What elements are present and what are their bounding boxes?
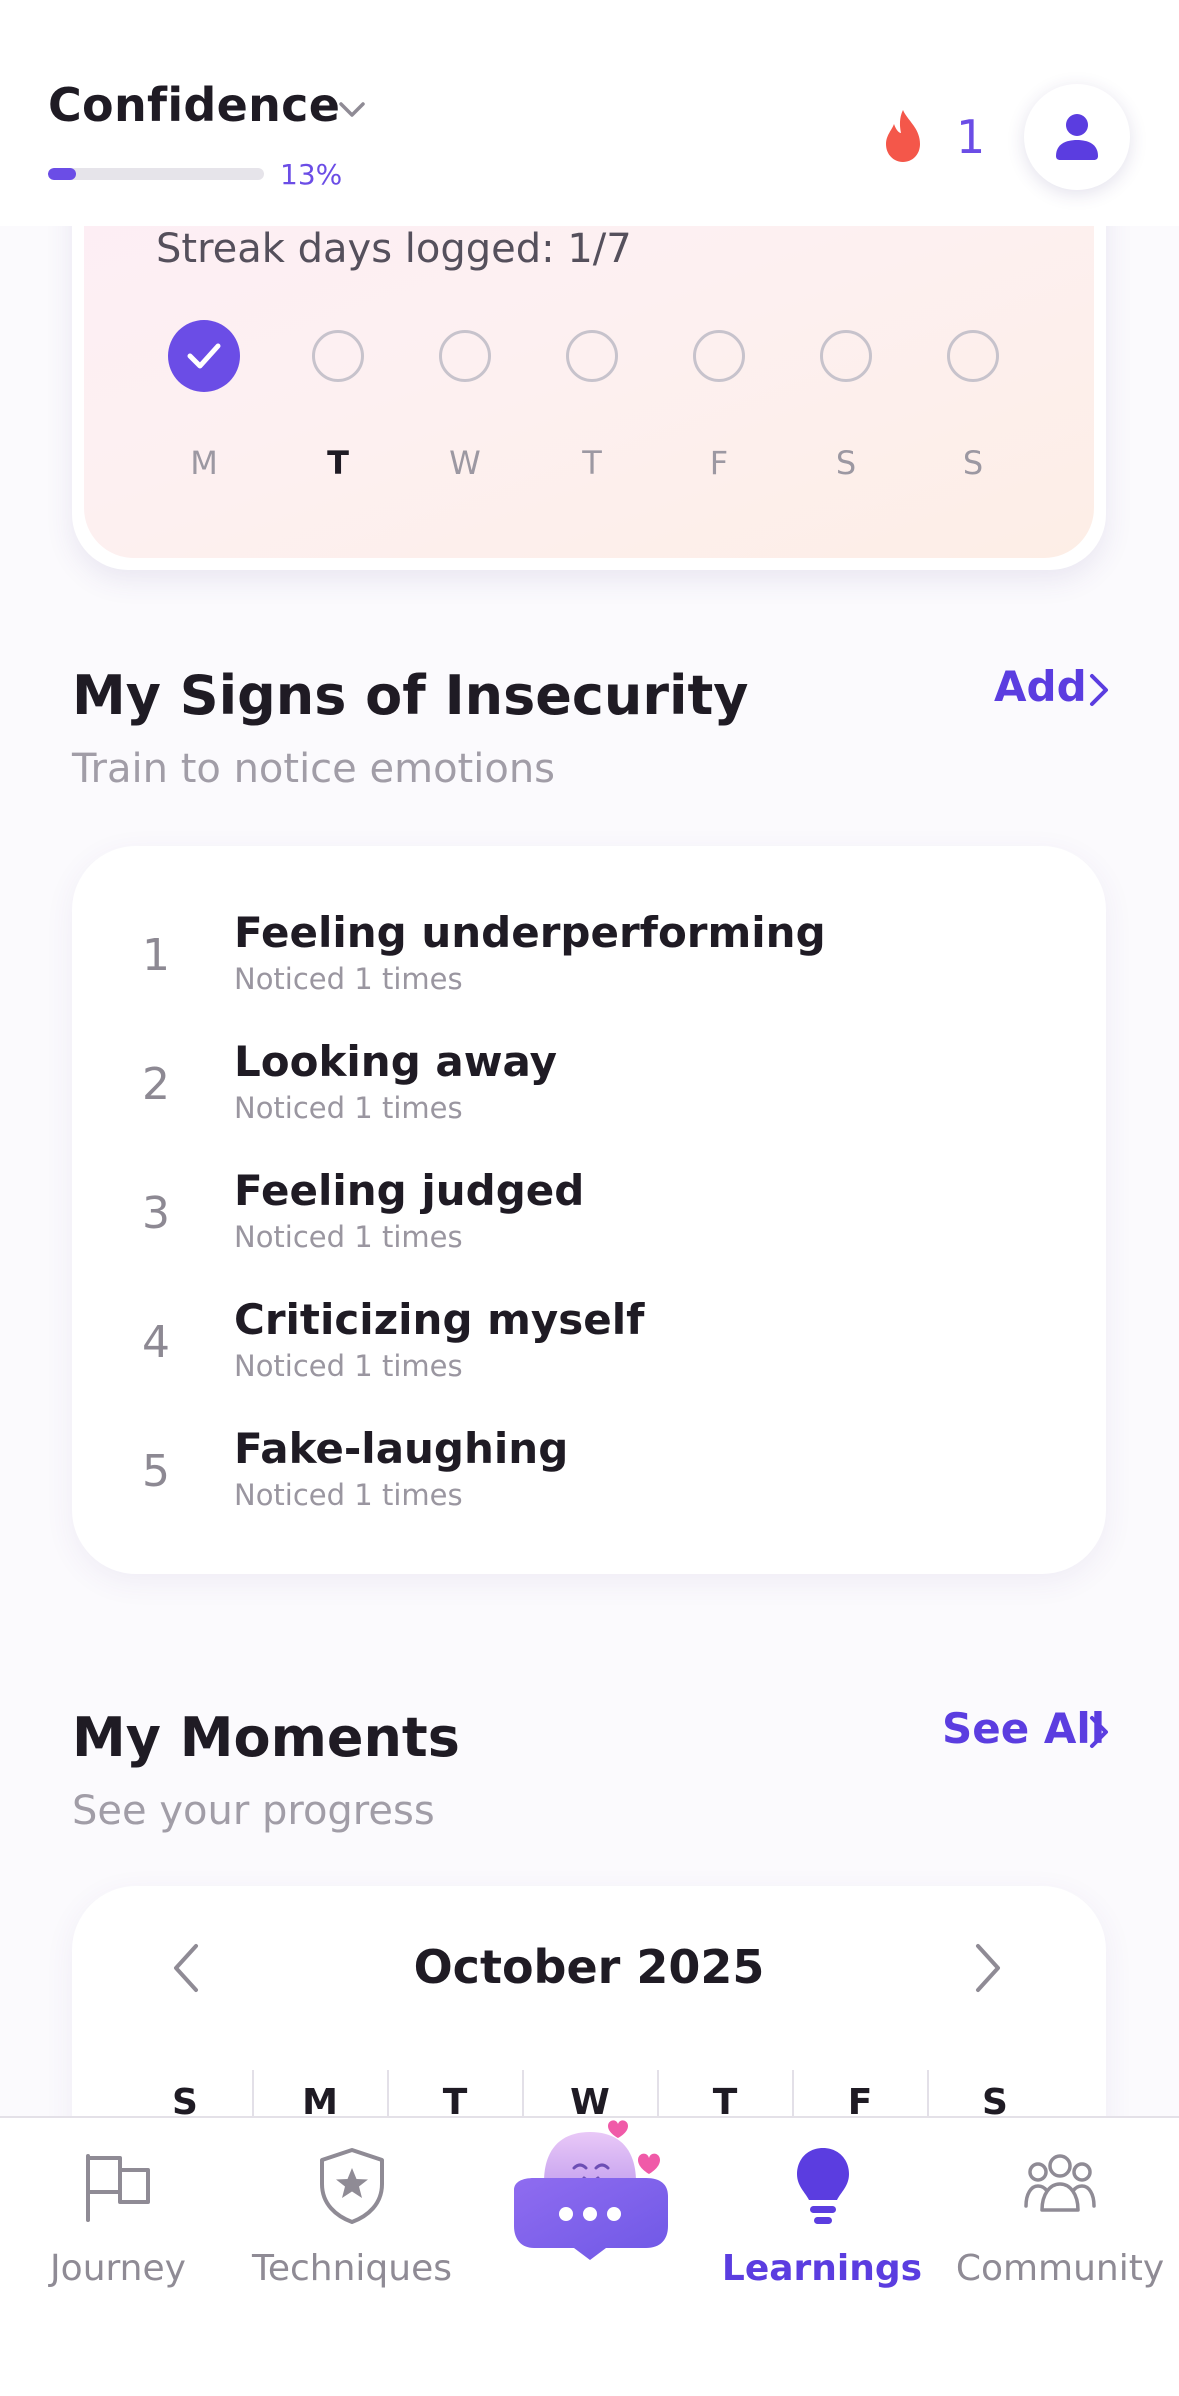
goal-progress-label: 13% xyxy=(280,158,343,191)
day-circle-thursday[interactable] xyxy=(566,330,618,382)
day-letter: M xyxy=(190,444,218,482)
next-month-icon[interactable] xyxy=(972,1942,1004,1994)
day-letter-today: T xyxy=(327,444,349,482)
signs-subtitle: Train to notice emotions xyxy=(72,746,556,792)
sign-name: Criticizing myself xyxy=(234,1295,645,1344)
sign-name: Feeling underperforming xyxy=(234,908,826,957)
day-letter: T xyxy=(582,444,602,482)
day-circle-sunday[interactable] xyxy=(947,330,999,382)
day-circle-wednesday[interactable] xyxy=(439,330,491,382)
chat-mascot-icon xyxy=(514,2120,668,2260)
nav-label-active: Learnings xyxy=(721,2248,923,2289)
goal-selector-title[interactable]: Confidence xyxy=(48,78,340,132)
sign-name: Looking away xyxy=(234,1037,557,1086)
day-letter: F xyxy=(709,444,729,482)
calendar-month-label: October 2025 xyxy=(413,1940,765,1994)
nav-techniques[interactable]: Techniques xyxy=(224,2118,480,2396)
chevron-right-icon[interactable] xyxy=(1088,672,1110,708)
see-all-moments-button[interactable]: See All xyxy=(942,1704,1105,1753)
sign-count: Noticed 1 times xyxy=(234,1349,463,1383)
day-checked-icon[interactable] xyxy=(168,320,240,392)
lightbulb-icon xyxy=(797,2148,849,2224)
add-sign-button[interactable]: Add xyxy=(994,662,1087,711)
sign-count: Noticed 1 times xyxy=(234,1220,463,1254)
flame-icon[interactable] xyxy=(880,108,926,164)
sign-number: 5 xyxy=(142,1446,170,1497)
chevron-down-icon[interactable] xyxy=(334,92,370,128)
user-icon xyxy=(1056,114,1098,160)
screen: Streak days logged: 1/7 M T W T F S S My… xyxy=(0,0,1179,2396)
nav-learnings[interactable]: Learnings xyxy=(704,2118,940,2396)
nav-label: Techniques xyxy=(251,2248,453,2289)
sign-name: Fake-laughing xyxy=(234,1424,569,1473)
shield-star-icon xyxy=(320,2148,384,2224)
profile-button[interactable] xyxy=(1024,84,1130,190)
nav-label: Community xyxy=(955,2248,1165,2289)
day-circle-friday[interactable] xyxy=(693,330,745,382)
streak-count[interactable]: 1 xyxy=(956,110,985,164)
day-letter: S xyxy=(962,444,984,482)
nav-label: Journey xyxy=(50,2248,186,2289)
sign-number: 1 xyxy=(142,930,170,981)
community-icon xyxy=(1024,2154,1096,2212)
checkmark-icon xyxy=(187,343,221,369)
goal-progress-bar xyxy=(48,168,264,180)
sign-list-item[interactable]: 4 Criticizing myself Noticed 1 times xyxy=(72,1295,1106,1405)
sign-count: Noticed 1 times xyxy=(234,962,463,996)
moments-title: My Moments xyxy=(72,1706,460,1769)
goal-progress-fill xyxy=(48,168,77,180)
day-circle-tuesday[interactable] xyxy=(312,330,364,382)
signs-title: My Signs of Insecurity xyxy=(72,664,749,727)
sign-number: 4 xyxy=(142,1317,170,1368)
top-header: Confidence 13% 1 xyxy=(0,0,1179,226)
flag-icon xyxy=(86,2154,150,2222)
day-circle-saturday[interactable] xyxy=(820,330,872,382)
sign-list-item[interactable]: 1 Feeling underperforming Noticed 1 time… xyxy=(72,908,1106,1018)
moments-subtitle: See your progress xyxy=(72,1788,435,1834)
signs-list-card: 1 Feeling underperforming Noticed 1 time… xyxy=(72,846,1106,1574)
day-letter: S xyxy=(835,444,857,482)
streak-label: Streak days logged: 1/7 xyxy=(156,226,632,272)
sign-name: Feeling judged xyxy=(234,1166,585,1215)
nav-journey[interactable]: Journey xyxy=(0,2118,236,2396)
day-letter: W xyxy=(449,444,481,482)
sign-count: Noticed 1 times xyxy=(234,1091,463,1125)
sign-list-item[interactable]: 2 Looking away Noticed 1 times xyxy=(72,1037,1106,1147)
sign-list-item[interactable]: 5 Fake-laughing Noticed 1 times xyxy=(72,1424,1106,1534)
chat-mascot-button[interactable] xyxy=(500,2120,680,2260)
sign-number: 3 xyxy=(142,1188,170,1239)
sign-number: 2 xyxy=(142,1059,170,1110)
chevron-right-icon[interactable] xyxy=(1088,1714,1110,1750)
sign-list-item[interactable]: 3 Feeling judged Noticed 1 times xyxy=(72,1166,1106,1276)
nav-community[interactable]: Community xyxy=(940,2118,1179,2396)
sign-count: Noticed 1 times xyxy=(234,1478,463,1512)
